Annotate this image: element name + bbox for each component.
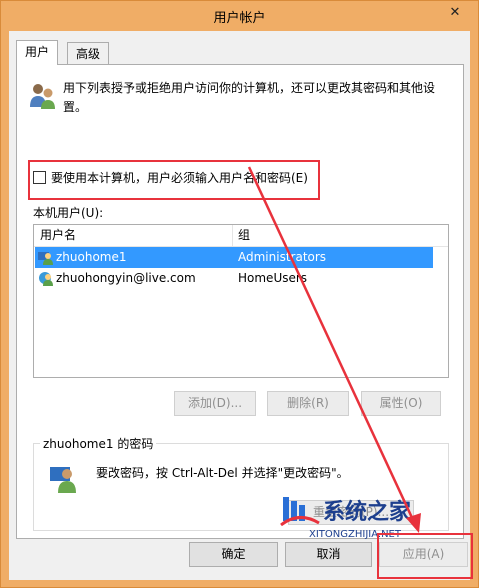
password-group-title: zhuohome1 的密码 [40,435,157,452]
user-icon [39,272,53,286]
remove-user-button[interactable]: 删除(R) [267,391,349,416]
tab-advanced[interactable]: 高级 [67,42,110,65]
user-name-cell: zhuohome1 [56,250,127,264]
users-listview[interactable]: 用户名 组 zhuohome1 Administrators zhuohongy… [33,224,449,378]
users-tab-panel: 用下列表授予或拒绝用户访问你的计算机，还可以更改其密码和其他设置。 要使用本计算… [16,64,464,540]
users-icon [30,84,55,109]
cancel-button[interactable]: 取消 [285,542,372,567]
ok-button[interactable]: 确定 [189,542,278,567]
table-row[interactable]: zhuohongyin@live.com HomeUsers [35,268,433,289]
user-icon [38,252,53,265]
table-row[interactable]: zhuohome1 Administrators [35,247,433,268]
user-name-cell: zhuohongyin@live.com [56,271,196,285]
close-button[interactable]: ✕ [440,2,470,23]
add-user-button[interactable]: 添加(D)... [174,391,256,416]
watermark-name: 系统之家 [323,499,412,525]
column-header-username[interactable]: 用户名 [40,225,76,246]
description-text: 用下列表授予或拒绝用户访问你的计算机，还可以更改其密码和其他设置。 [63,81,436,114]
title-bar[interactable]: 用户帐户 ✕ [1,1,478,31]
listview-header: 用户名 组 [34,225,448,247]
user-accounts-window: 用户帐户 ✕ 用户 高级 用下列表授予或拒绝用户访问你的计算机，还可以更改其密码… [0,0,479,588]
properties-button[interactable]: 属性(O) [361,391,441,416]
column-divider[interactable] [232,225,233,246]
window-title: 用户帐户 [213,11,266,26]
dialog-client-area: 用户 高级 用下列表授予或拒绝用户访问你的计算机，还可以更改其密码和其他设置。 … [9,31,473,580]
annotation-highlight-box [28,160,320,200]
tab-users[interactable]: 用户 [16,40,59,65]
user-group-cell: HomeUsers [238,271,308,285]
user-password-icon [50,467,76,493]
column-header-group[interactable]: 组 [238,225,250,246]
users-list-label: 本机用户(U): [33,206,104,220]
user-group-cell: Administrators [238,250,327,264]
annotation-highlight-box [377,533,473,579]
close-icon: ✕ [449,5,461,20]
